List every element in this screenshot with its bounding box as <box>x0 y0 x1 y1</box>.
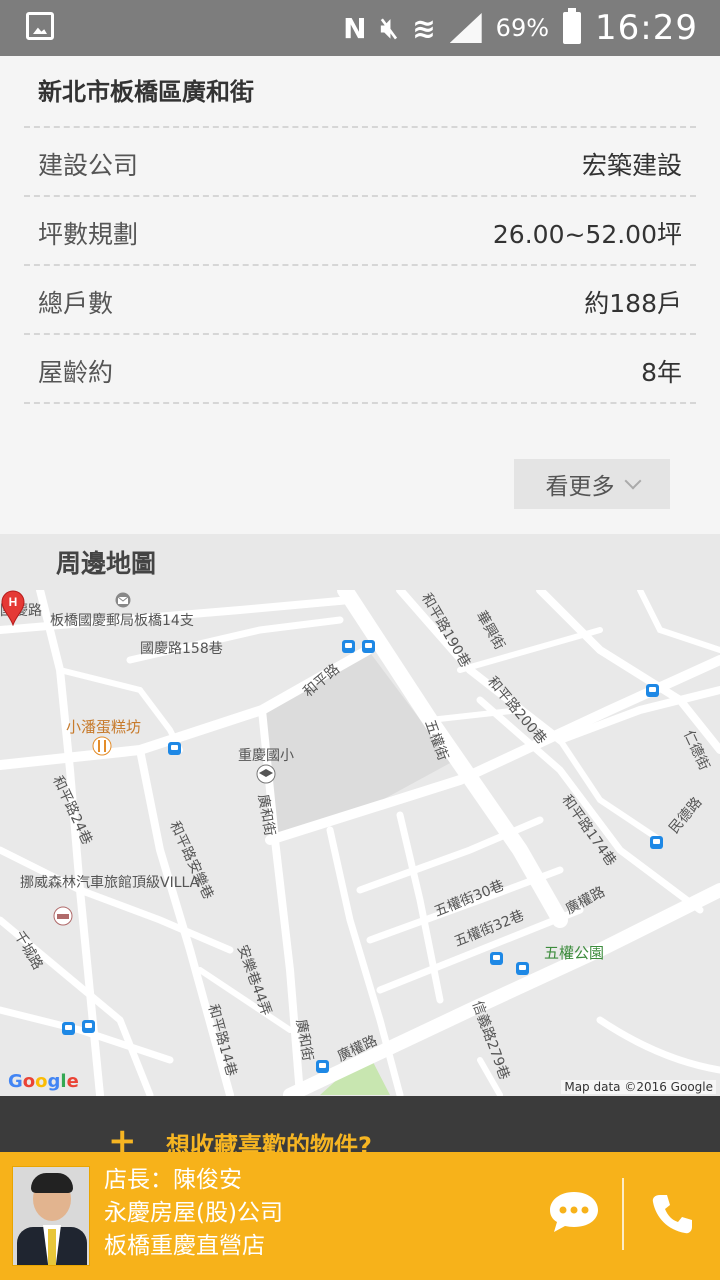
post-office-icon[interactable] <box>114 592 132 608</box>
divider <box>622 1178 624 1250</box>
see-more-button[interactable]: 看更多 <box>514 459 670 509</box>
detail-label: 總戶數 <box>38 289 114 318</box>
agent-info: 店長：陳俊安 永慶房屋(股)公司 板橋重慶直營店 <box>104 1164 283 1263</box>
map-roads <box>0 590 720 1096</box>
bus-stop-icon[interactable] <box>82 1020 95 1033</box>
agent-name: 店長：陳俊安 <box>104 1167 242 1193</box>
clock: 16:29 <box>595 8 698 48</box>
google-logo: Google <box>8 1071 79 1092</box>
detail-label: 坪數規劃 <box>38 220 139 249</box>
map-label: 五權公園 <box>544 944 605 962</box>
phone-icon[interactable] <box>650 1192 694 1236</box>
detail-label: 建設公司 <box>38 151 139 180</box>
map-label: 國慶路158巷 <box>140 641 223 657</box>
school-icon[interactable] <box>256 764 276 784</box>
svg-text:H: H <box>9 595 18 609</box>
status-bar: N 🔇︎ ≋ 69% 16:29 <box>0 0 720 56</box>
agent-contact-bar: 店長：陳俊安 永慶房屋(股)公司 板橋重慶直營店 <box>0 1152 720 1280</box>
nearby-map[interactable]: 國慶路 板橋國慶郵局板橋14支 國慶路158巷 和平路190巷 華興街 和平路 … <box>0 590 720 1096</box>
agent-company: 永慶房屋(股)公司 <box>104 1200 283 1226</box>
detail-row-units: 總戶數 約188戶 <box>24 264 696 332</box>
bus-stop-icon[interactable] <box>646 684 659 697</box>
map-label: 板橋國慶郵局板橋14支 <box>50 613 194 629</box>
map-label: 挪威森林汽車旅館頂級VILLA <box>20 875 200 891</box>
see-more-label: 看更多 <box>545 474 615 500</box>
bus-stop-icon[interactable] <box>650 836 663 849</box>
nfc-icon: N <box>343 11 367 45</box>
detail-value: 26.00~52.00坪 <box>492 220 682 249</box>
bus-stop-icon[interactable] <box>342 640 355 653</box>
detail-label: 屋齡約 <box>38 358 114 387</box>
detail-value: 宏築建設 <box>581 151 682 180</box>
avatar <box>12 1166 90 1266</box>
map-title: 周邊地圖 <box>56 549 157 578</box>
gallery-notification-icon <box>26 12 54 40</box>
agent-branch: 板橋重慶直營店 <box>104 1233 265 1259</box>
bus-stop-icon[interactable] <box>168 742 181 755</box>
detail-row-builder: 建設公司 宏築建設 <box>24 126 696 194</box>
status-icons: N 🔇︎ ≋ 69% 16:29 <box>343 6 698 50</box>
property-address: 新北市板橋區廣和街 <box>38 78 254 106</box>
chevron-down-icon <box>624 472 641 490</box>
signal-icon <box>449 13 482 43</box>
favorites-promo-banner[interactable]: + 想收藏喜歡的物件? <box>0 1096 720 1160</box>
bus-stop-icon[interactable] <box>516 962 529 975</box>
map-label: 小潘蛋糕坊 <box>66 718 142 736</box>
bus-stop-icon[interactable] <box>62 1022 75 1035</box>
battery-charging-icon <box>563 8 582 44</box>
map-section-header: 周邊地圖 <box>0 534 720 590</box>
property-info-card: 新北市板橋區廣和街 建設公司 宏築建設 坪數規劃 26.00~52.00坪 總戶… <box>0 56 720 534</box>
bus-stop-icon[interactable] <box>316 1060 329 1073</box>
detail-value: 8年 <box>641 358 682 387</box>
bus-stop-icon[interactable] <box>362 640 375 653</box>
property-location-pin-icon[interactable]: H <box>0 590 26 626</box>
hotel-icon[interactable] <box>52 906 74 926</box>
battery-percent: 69% <box>495 14 550 42</box>
chat-icon[interactable] <box>548 1190 600 1234</box>
detail-row-age: 屋齡約 8年 <box>24 333 696 401</box>
map-label: 重慶國小 <box>238 748 294 764</box>
restaurant-icon[interactable] <box>92 736 112 756</box>
wifi-icon: ≋ <box>412 11 436 45</box>
detail-row-area: 坪數規劃 26.00~52.00坪 <box>24 195 696 263</box>
detail-value: 約188戶 <box>584 289 682 318</box>
divider <box>24 402 696 404</box>
bus-stop-icon[interactable] <box>490 952 503 965</box>
mute-icon: 🔇︎ <box>380 11 399 44</box>
map-attribution[interactable]: Map data ©2016 Google <box>561 1080 716 1094</box>
